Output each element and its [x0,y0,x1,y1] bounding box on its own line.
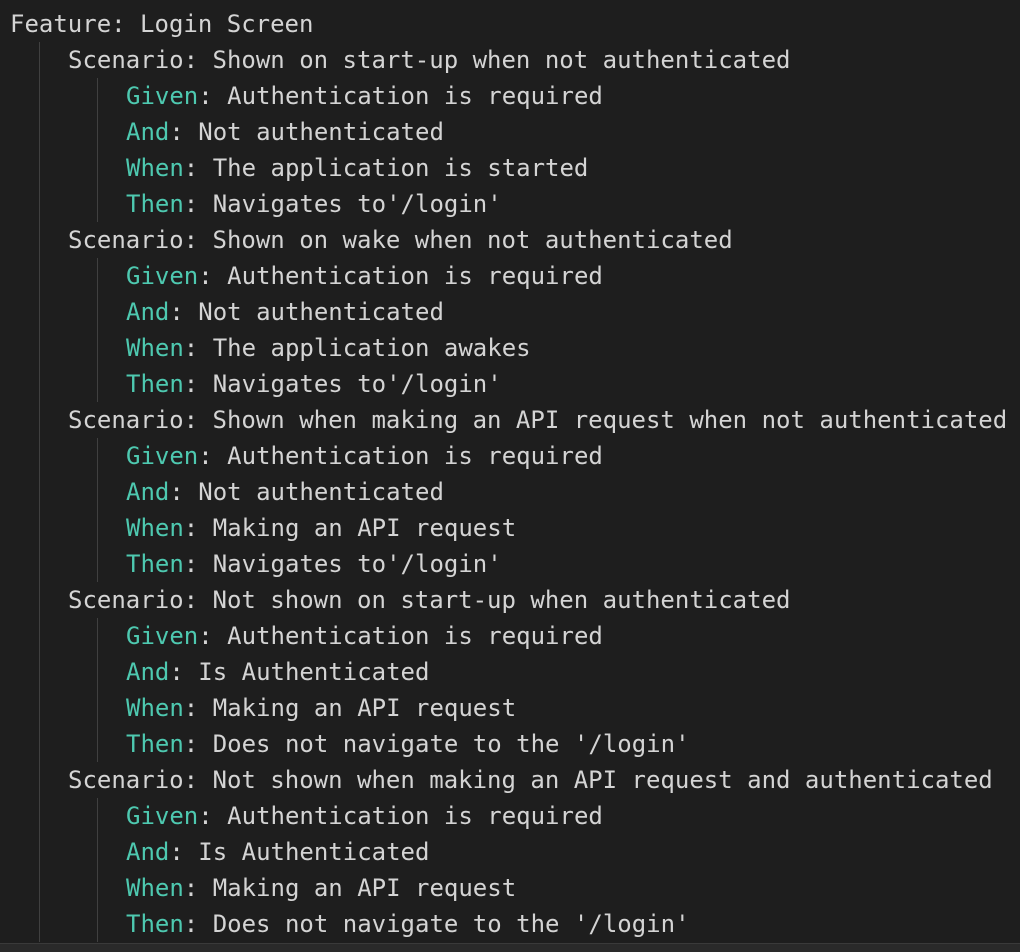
indent-guide-scenario [97,258,98,402]
step-keyword: When [126,874,184,902]
step-line[interactable]: And: Not authenticated [126,474,444,510]
scenario-keyword: Scenario: [68,406,199,434]
step-keyword: Then [126,190,184,218]
step-line[interactable]: And: Not authenticated [126,114,444,150]
step-keyword: Given [126,262,199,290]
step-keyword: Then [126,550,184,578]
step-line[interactable]: Given: Authentication is required [126,258,603,294]
step-keyword: When [126,514,184,542]
scenario-title: Shown on start-up when not authenticated [212,46,791,74]
step-text: Authentication is required [227,802,603,830]
step-line[interactable]: And: Is Authenticated [126,654,429,690]
scenario-title: Shown on wake when not authenticated [212,226,733,254]
step-keyword: Then [126,910,184,938]
step-line[interactable]: Then: Navigates to'/login' [126,366,502,402]
step-text: Making an API request [212,694,517,722]
step-text: Authentication is required [227,442,603,470]
feature-title: Login Screen [140,10,314,38]
step-keyword: Given [126,802,199,830]
step-line[interactable]: Given: Authentication is required [126,798,603,834]
step-line[interactable]: Then: Navigates to'/login' [126,546,502,582]
step-keyword: Given [126,442,199,470]
step-keyword: When [126,154,184,182]
step-line[interactable]: Given: Authentication is required [126,78,603,114]
scenario-keyword: Scenario: [68,586,199,614]
indent-guide-scenario [97,78,98,222]
step-text: The application awakes [212,334,531,362]
step-line[interactable]: Then: Navigates to'/login' [126,186,502,222]
step-line[interactable]: When: The application is started [126,150,588,186]
step-text: Not authenticated [198,118,444,146]
feature-line[interactable]: Feature: Login Screen [10,6,313,42]
scenario-line[interactable]: Scenario: Shown when making an API reque… [68,402,1007,438]
step-keyword: And [126,838,170,866]
step-line[interactable]: When: Making an API request [126,510,516,546]
step-keyword: And [126,118,170,146]
code-editor[interactable]: Feature: Login Screen Scenario: Shown on… [0,0,1020,952]
scenario-line[interactable]: Scenario: Not shown on start-up when aut… [68,582,790,618]
step-keyword: Then [126,370,184,398]
scenario-keyword: Scenario: [68,46,199,74]
step-text: Making an API request [212,514,517,542]
step-text: The application is started [212,154,589,182]
scenario-title: Shown when making an API request when no… [212,406,1008,434]
step-keyword: When [126,334,184,362]
step-text: Making an API request [212,874,517,902]
step-text: Navigates to'/login' [212,370,502,398]
step-text: Not authenticated [198,298,444,326]
step-line[interactable]: Then: Does not navigate to the '/login' [126,906,690,942]
scenario-line[interactable]: Scenario: Shown on start-up when not aut… [68,42,790,78]
step-keyword: Given [126,622,199,650]
step-text: Authentication is required [227,262,603,290]
step-keyword: And [126,658,170,686]
step-text: Navigates to'/login' [212,190,502,218]
indent-guide-scenario [97,618,98,762]
step-text: Is Authenticated [198,838,430,866]
scenario-line[interactable]: Scenario: Not shown when making an API r… [68,762,993,798]
step-text: Not authenticated [198,478,444,506]
scenario-keyword: Scenario: [68,766,199,794]
step-keyword: Then [126,730,184,758]
step-text: Is Authenticated [198,658,430,686]
step-line[interactable]: When: Making an API request [126,870,516,906]
scenario-keyword: Scenario: [68,226,199,254]
step-line[interactable]: Given: Authentication is required [126,438,603,474]
step-keyword: Given [126,82,199,110]
feature-keyword: Feature: [10,10,126,38]
scenario-line[interactable]: Scenario: Shown on wake when not authent… [68,222,733,258]
indent-guide-scenario [97,798,98,942]
step-text: Authentication is required [227,82,603,110]
step-text: Navigates to'/login' [212,550,502,578]
step-line[interactable]: When: The application awakes [126,330,531,366]
scenario-title: Not shown when making an API request and… [212,766,993,794]
step-line[interactable]: And: Not authenticated [126,294,444,330]
step-text: Authentication is required [227,622,603,650]
indent-guide-feature [39,42,40,942]
scenario-title: Not shown on start-up when authenticated [212,586,791,614]
step-line[interactable]: And: Is Authenticated [126,834,429,870]
step-text: Does not navigate to the '/login' [212,730,690,758]
step-line[interactable]: Given: Authentication is required [126,618,603,654]
step-text: Does not navigate to the '/login' [212,910,690,938]
indent-guide-scenario [97,438,98,582]
step-keyword: And [126,298,170,326]
step-keyword: When [126,694,184,722]
horizontal-scrollbar[interactable] [0,943,1020,952]
step-keyword: And [126,478,170,506]
step-line[interactable]: When: Making an API request [126,690,516,726]
step-line[interactable]: Then: Does not navigate to the '/login' [126,726,690,762]
